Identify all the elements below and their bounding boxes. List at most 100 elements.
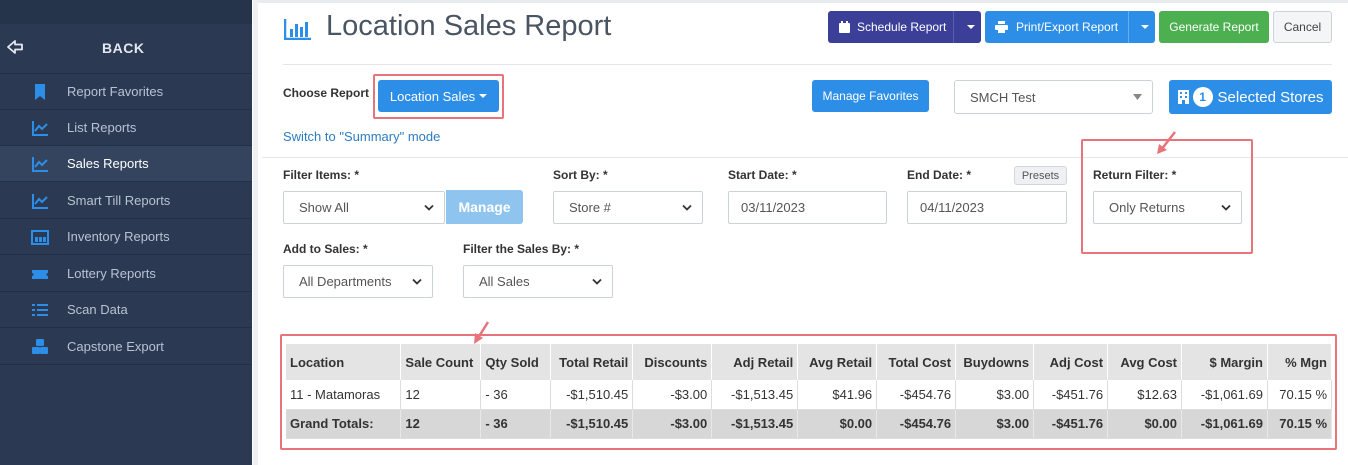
col-pct-margin[interactable]: % Mgn: [1267, 344, 1333, 380]
warehouse-icon: [31, 230, 49, 245]
total-label: Grand Totals:: [286, 409, 402, 439]
total-margin: -$1,061.69: [1181, 409, 1268, 439]
filter-sales-by-select[interactable]: All Sales: [463, 265, 613, 298]
end-date-label: End Date: *: [907, 168, 972, 182]
sidebar-item-label: Capstone Export: [67, 339, 164, 354]
cell-location: 11 - Matamoras: [286, 380, 402, 410]
selected-count-badge: 1: [1192, 87, 1213, 107]
sidebar-item-lottery-reports[interactable]: Lottery Reports: [0, 256, 252, 292]
building-icon: [1177, 90, 1189, 104]
print-icon: [995, 21, 1008, 33]
sort-by-select[interactable]: Store #: [553, 191, 703, 224]
selected-stores-button[interactable]: 1 Selected Stores: [1169, 80, 1332, 114]
col-total-retail[interactable]: Total Retail: [550, 344, 634, 380]
cell-sale-count: 12: [400, 380, 482, 410]
cancel-button[interactable]: Cancel: [1273, 11, 1332, 43]
sidebar: BACK Report Favorites List Reports Sales…: [0, 0, 252, 465]
store-select-value: SMCH Test: [970, 89, 1036, 105]
schedule-report-button[interactable]: Schedule Report: [828, 11, 981, 43]
highlight-box: [1081, 139, 1253, 254]
sidebar-item-inventory-reports[interactable]: Inventory Reports: [0, 219, 252, 255]
cubes-icon: [32, 339, 48, 354]
page-title: Location Sales Report: [326, 10, 612, 42]
generate-report-button[interactable]: Generate Report: [1159, 11, 1269, 43]
presets-button[interactable]: Presets: [1014, 166, 1067, 185]
sidebar-item-smart-till-reports[interactable]: Smart Till Reports: [0, 183, 252, 219]
sidebar-item-label: Scan Data: [67, 302, 128, 317]
sidebar-item-scan-data[interactable]: Scan Data: [0, 292, 252, 328]
caret-down-icon: [1133, 94, 1142, 100]
print-export-button[interactable]: Print/Export Report: [985, 11, 1155, 43]
manage-filter-button[interactable]: Manage: [446, 190, 523, 224]
annotation-arrow-icon: [1157, 131, 1176, 154]
sidebar-item-list-reports[interactable]: List Reports: [0, 110, 252, 146]
cell-avg-retail: $41.96: [797, 380, 878, 410]
start-date-input[interactable]: 03/11/2023: [728, 191, 887, 224]
col-avg-retail[interactable]: Avg Retail: [797, 344, 878, 380]
chevron-down-icon: [592, 278, 602, 285]
presets-label: Presets: [1021, 169, 1060, 182]
sidebar-item-sales-reports[interactable]: Sales Reports: [0, 146, 252, 182]
col-buydowns[interactable]: Buydowns: [955, 344, 1035, 380]
sort-by-label: Sort By: *: [553, 168, 608, 182]
filter-items-label: Filter Items: *: [283, 168, 360, 182]
manage-favorites-button[interactable]: Manage Favorites: [812, 80, 929, 112]
bookmark-icon: [35, 84, 45, 100]
col-location[interactable]: Location: [286, 344, 402, 380]
total-total-cost: -$454.76: [876, 409, 957, 439]
manage-filter-label: Manage: [458, 199, 511, 215]
table-header-row: Location Sale Count Qty Sold Total Retai…: [286, 344, 1333, 380]
filter-sales-by-label: Filter the Sales By: *: [463, 242, 580, 256]
cell-adj-cost: -$451.76: [1033, 380, 1109, 410]
col-adj-retail[interactable]: Adj Retail: [711, 344, 799, 380]
col-total-cost[interactable]: Total Cost: [876, 344, 957, 380]
total-discounts: -$3.00: [632, 409, 713, 439]
store-select[interactable]: SMCH Test: [954, 80, 1153, 114]
total-adj-cost: -$451.76: [1033, 409, 1109, 439]
end-date-input[interactable]: 04/11/2023: [907, 191, 1067, 224]
col-sale-count[interactable]: Sale Count: [400, 344, 482, 380]
manage-favorites-label: Manage Favorites: [822, 89, 919, 103]
chevron-down-icon[interactable]: [967, 25, 975, 29]
col-adj-cost[interactable]: Adj Cost: [1033, 344, 1109, 380]
generate-report-label: Generate Report: [1169, 20, 1259, 34]
header-divider: [283, 64, 1332, 65]
filter-items-value: Show All: [299, 200, 349, 215]
col-avg-cost[interactable]: Avg Cost: [1107, 344, 1182, 380]
back-button[interactable]: BACK: [0, 24, 252, 74]
filter-items-select[interactable]: Show All: [283, 191, 445, 224]
switch-summary-link[interactable]: Switch to "Summary" mode: [283, 129, 440, 144]
sidebar-item-label: Smart Till Reports: [67, 193, 171, 208]
print-export-label: Print/Export Report: [1016, 20, 1119, 34]
total-total-retail: -$1,510.45: [550, 409, 634, 439]
selected-stores-label: Selected Stores: [1217, 88, 1324, 106]
total-pct-margin: 70.15 %: [1267, 409, 1333, 439]
back-label: BACK: [102, 40, 145, 56]
col-discounts[interactable]: Discounts: [632, 344, 713, 380]
split-divider: [1128, 11, 1129, 43]
list-icon: [32, 304, 48, 316]
sidebar-item-capstone-export[interactable]: Capstone Export: [0, 329, 252, 365]
chevron-down-icon[interactable]: [1141, 25, 1149, 29]
calendar-icon: [839, 21, 850, 33]
cell-qty-sold: - 36: [480, 380, 552, 410]
cell-pct-margin: 70.15 %: [1267, 380, 1333, 410]
content-gutter: [253, 0, 258, 465]
bar-chart-icon: [284, 19, 311, 40]
total-avg-retail: $0.00: [797, 409, 878, 439]
sidebar-item-report-favorites[interactable]: Report Favorites: [0, 74, 252, 110]
sidebar-item-label: Sales Reports: [67, 156, 149, 171]
col-qty-sold[interactable]: Qty Sold: [480, 344, 552, 380]
arrow-left-icon: [7, 40, 23, 54]
cell-total-retail: -$1,510.45: [550, 380, 634, 410]
total-adj-retail: -$1,513.45: [711, 409, 799, 439]
start-date-label: Start Date: *: [728, 168, 797, 182]
chevron-down-icon: [412, 278, 422, 285]
table-row: 11 - Matamoras 12 - 36 -$1,510.45 -$3.00…: [286, 380, 1333, 410]
cell-buydowns: $3.00: [955, 380, 1035, 410]
cell-discounts: -$3.00: [632, 380, 713, 410]
highlight-box: [373, 74, 504, 119]
col-margin[interactable]: $ Margin: [1181, 344, 1268, 380]
cell-adj-retail: -$1,513.45: [711, 380, 799, 410]
add-to-sales-select[interactable]: All Departments: [283, 265, 433, 298]
